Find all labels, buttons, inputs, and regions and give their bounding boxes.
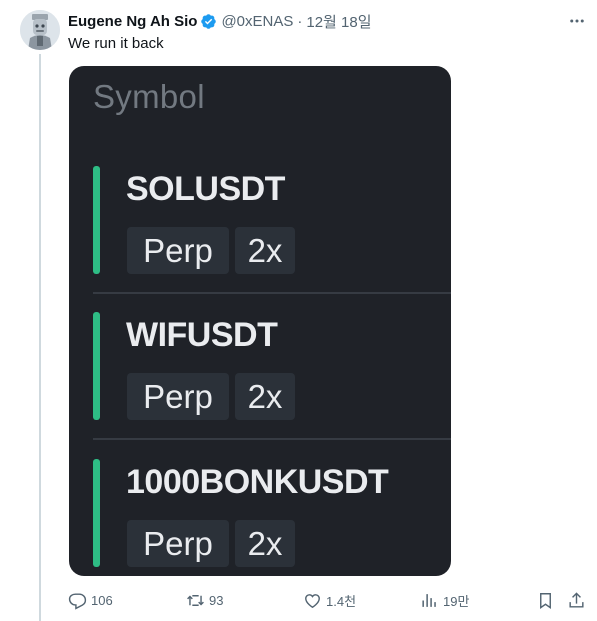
symbol-name: WIFUSDT bbox=[126, 316, 278, 354]
views-icon bbox=[420, 591, 439, 610]
thread-line bbox=[39, 54, 41, 621]
symbol-row: WIFUSDT Perp 2x bbox=[93, 312, 451, 442]
symbol-row: 1000BONKUSDT Perp 2x bbox=[93, 459, 451, 576]
leverage-tag: 2x bbox=[235, 227, 295, 274]
type-tag: Perp bbox=[127, 227, 229, 274]
bookmark-icon bbox=[536, 591, 555, 610]
row-divider bbox=[93, 292, 451, 294]
share-button[interactable] bbox=[567, 588, 586, 612]
repost-icon bbox=[186, 591, 205, 610]
reply-button[interactable]: 106 bbox=[68, 588, 113, 612]
tweet-text: We run it back bbox=[68, 35, 164, 52]
avatar-image bbox=[20, 10, 60, 50]
repost-button[interactable]: 93 bbox=[186, 588, 223, 612]
share-icon bbox=[567, 591, 586, 610]
tweet-header: Eugene Ng Ah Sio @0xENAS · 12월 18일 bbox=[68, 11, 372, 31]
avatar[interactable] bbox=[20, 10, 60, 50]
symbol-row: SOLUSDT Perp 2x bbox=[93, 166, 451, 296]
bookmark-button[interactable] bbox=[536, 588, 555, 612]
more-icon[interactable] bbox=[566, 12, 588, 30]
action-bar: 106 93 1.4천 19만 bbox=[0, 588, 597, 612]
leverage-tag: 2x bbox=[235, 520, 295, 567]
column-header: Symbol bbox=[93, 78, 205, 115]
views-count: 19만 bbox=[443, 593, 470, 609]
like-button[interactable]: 1.4천 bbox=[303, 588, 356, 612]
row-accent-bar bbox=[93, 166, 100, 274]
type-tag: Perp bbox=[127, 373, 229, 420]
row-accent-bar bbox=[93, 459, 100, 567]
leverage-tag: 2x bbox=[235, 373, 295, 420]
tweet-media-image[interactable]: Symbol SOLUSDT Perp 2x WIFUSDT Perp 2x 1… bbox=[69, 66, 451, 576]
tweet-date[interactable]: 12월 18일 bbox=[306, 11, 371, 32]
display-name[interactable]: Eugene Ng Ah Sio bbox=[68, 13, 197, 30]
verified-badge-icon bbox=[200, 13, 217, 30]
heart-icon bbox=[303, 591, 322, 610]
symbol-name: SOLUSDT bbox=[126, 170, 285, 208]
separator-dot: · bbox=[297, 12, 303, 30]
row-divider bbox=[93, 438, 451, 440]
reply-count: 106 bbox=[91, 592, 113, 608]
reply-icon bbox=[68, 591, 87, 610]
type-tag: Perp bbox=[127, 520, 229, 567]
views-button[interactable]: 19만 bbox=[420, 588, 469, 612]
symbol-name: 1000BONKUSDT bbox=[126, 463, 389, 501]
like-count: 1.4천 bbox=[326, 593, 357, 609]
repost-count: 93 bbox=[209, 592, 224, 608]
handle[interactable]: @0xENAS bbox=[221, 13, 293, 30]
row-accent-bar bbox=[93, 312, 100, 420]
